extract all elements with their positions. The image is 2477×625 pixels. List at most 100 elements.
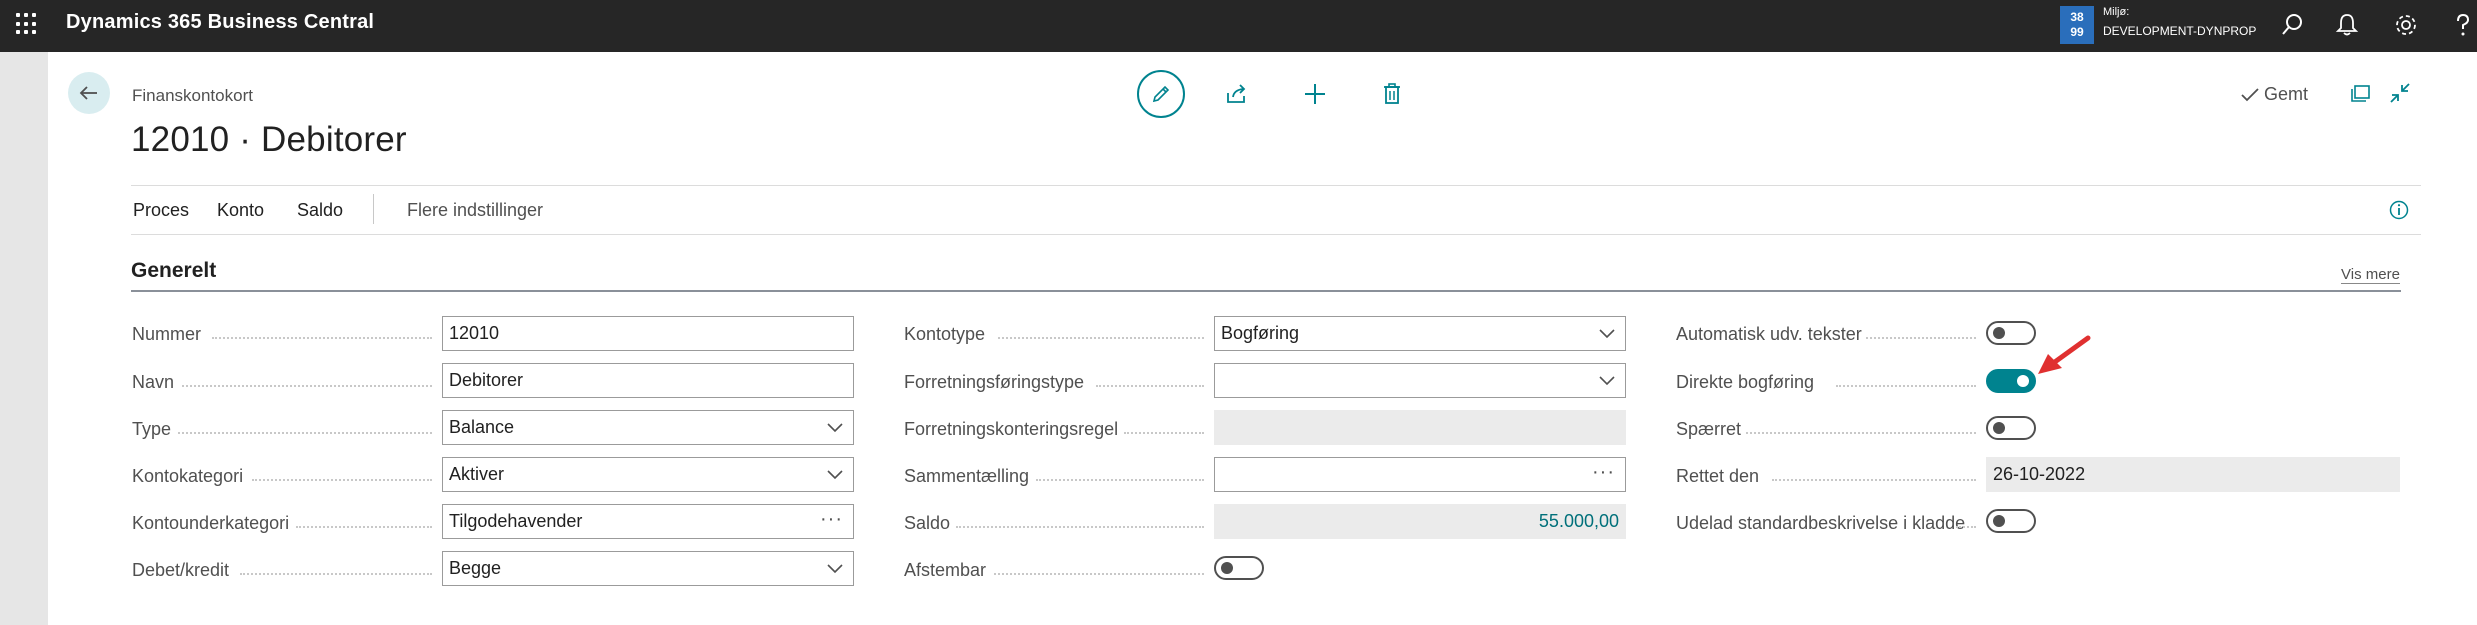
- leader-dots: [1866, 337, 1976, 339]
- field-label: Kontounderkategori: [132, 513, 290, 533]
- waffle-icon[interactable]: [16, 13, 38, 35]
- field-label: Spærret: [1676, 419, 1742, 439]
- toggle-knob: [1993, 422, 2005, 434]
- pop-out-icon[interactable]: [2348, 80, 2374, 106]
- lookup-ellipsis-icon[interactable]: ···: [820, 508, 843, 531]
- field-label: Udelad standardbeskrivelse i kladde: [1676, 513, 1966, 533]
- leader-dots: [998, 337, 1204, 339]
- environment-badge[interactable]: 38 99: [2060, 6, 2094, 44]
- saved-status: Gemt: [2264, 84, 2309, 104]
- edit-button[interactable]: [1137, 70, 1185, 118]
- lookup-ellipsis-icon[interactable]: ···: [1592, 461, 1615, 484]
- app-title[interactable]: Dynamics 365 Business Central: [66, 11, 374, 34]
- leader-dots: [1772, 479, 1976, 481]
- toggle-knob: [1993, 515, 2005, 527]
- sammentaelling-lookup[interactable]: ···: [1214, 457, 1626, 492]
- menu-saldo[interactable]: Saldo: [297, 200, 343, 221]
- field-label: Navn: [132, 372, 175, 392]
- field-label: Kontotype: [904, 324, 986, 344]
- back-button[interactable]: [68, 72, 110, 114]
- kontounderkategori-value: Tilgodehavender: [449, 511, 583, 531]
- leader-dots: [252, 479, 432, 481]
- trash-icon[interactable]: [1379, 81, 1405, 107]
- actionbar-bottom-divider: [131, 234, 2421, 235]
- leader-dots: [1746, 432, 1976, 434]
- leader-dots: [956, 526, 1204, 528]
- share-icon[interactable]: [1224, 81, 1250, 107]
- field-label: Kontokategori: [132, 466, 244, 486]
- field-label: Saldo: [904, 513, 951, 533]
- kontokategori-select[interactable]: Aktiver: [442, 457, 854, 492]
- actionbar-top-divider: [131, 185, 2421, 186]
- menu-separator: [373, 194, 374, 224]
- spaerret-toggle[interactable]: [1986, 416, 2036, 440]
- toggle-knob: [2017, 375, 2029, 387]
- chevron-down-icon: [827, 564, 843, 574]
- type-select-value: Balance: [449, 417, 515, 437]
- forretningskonteringsregel-field: [1214, 410, 1626, 445]
- menu-konto[interactable]: Konto: [217, 200, 264, 221]
- leader-dots: [240, 573, 432, 575]
- back-arrow-icon: [79, 86, 97, 100]
- pencil-icon: [1152, 85, 1170, 103]
- afstembar-toggle[interactable]: [1214, 556, 1264, 580]
- info-icon[interactable]: [2389, 200, 2409, 220]
- field-label: Nummer: [132, 324, 202, 344]
- chevron-down-icon: [827, 470, 843, 480]
- field-label: Afstembar: [904, 560, 987, 580]
- field-label: Debet/kredit: [132, 560, 230, 580]
- chevron-down-icon: [1599, 376, 1615, 386]
- page-title: 12010 · Debitorer: [131, 120, 407, 159]
- forretningsforingstype-select[interactable]: [1214, 363, 1626, 398]
- debet-kredit-value: Begge: [449, 558, 502, 578]
- gear-icon[interactable]: [2393, 12, 2419, 38]
- annotation-arrow-icon: [2038, 335, 2091, 374]
- chevron-down-icon: [1599, 329, 1615, 339]
- show-more-link[interactable]: Vis mere: [2341, 266, 2400, 284]
- type-select[interactable]: Balance: [442, 410, 854, 445]
- saldo-field[interactable]: 55.000,00: [1214, 504, 1626, 539]
- menu-more-options[interactable]: Flere indstillinger: [407, 200, 543, 221]
- kontotype-value: Bogføring: [1221, 323, 1300, 343]
- toggle-knob: [1221, 562, 1233, 574]
- check-icon: [2241, 88, 2259, 102]
- section-title[interactable]: Generelt: [131, 259, 216, 283]
- direkte-bogforing-toggle[interactable]: [1986, 369, 2036, 393]
- leader-dots: [1956, 526, 1976, 528]
- environment-badge-line2: 99: [2070, 25, 2084, 39]
- nummer-input[interactable]: 12010: [442, 316, 854, 351]
- leader-dots: [296, 526, 432, 528]
- field-label: Sammentælling: [904, 466, 1030, 486]
- leader-dots: [178, 432, 432, 434]
- leader-dots: [1096, 385, 1204, 387]
- kontotype-select[interactable]: Bogføring: [1214, 316, 1626, 351]
- field-label: Forretningsføringstype: [904, 372, 1085, 392]
- field-label: Rettet den: [1676, 466, 1760, 486]
- top-bar: Dynamics 365 Business Central 38 99 Milj…: [0, 0, 2477, 52]
- collapse-icon[interactable]: [2387, 80, 2413, 106]
- menu-proces[interactable]: Proces: [133, 200, 189, 221]
- section-divider: [131, 290, 2401, 292]
- debet-kredit-select[interactable]: Begge: [442, 551, 854, 586]
- automatisk-udv-tekster-toggle[interactable]: [1986, 321, 2036, 345]
- kontokategori-select-value: Aktiver: [449, 464, 505, 484]
- toggle-knob: [1993, 327, 2005, 339]
- navn-input[interactable]: Debitorer: [442, 363, 854, 398]
- saldo-value[interactable]: 55.000,00: [1539, 511, 1619, 532]
- kontounderkategori-lookup[interactable]: Tilgodehavender ···: [442, 504, 854, 539]
- field-label: Forretningskonteringsregel: [904, 419, 1119, 439]
- leader-dots: [1124, 432, 1204, 434]
- udelad-standardbeskrivelse-toggle[interactable]: [1986, 509, 2036, 533]
- leader-dots: [212, 337, 432, 339]
- rettet-den-field: 26-10-2022: [1986, 457, 2400, 492]
- search-icon[interactable]: [2280, 12, 2306, 38]
- field-label: Type: [132, 419, 172, 439]
- bell-icon[interactable]: [2334, 12, 2360, 38]
- left-rail: [0, 52, 48, 625]
- field-label: Direkte bogføring: [1676, 372, 1815, 392]
- chevron-down-icon: [827, 423, 843, 433]
- leader-dots: [182, 385, 432, 387]
- plus-icon[interactable]: [1302, 81, 1328, 107]
- help-icon[interactable]: [2450, 12, 2476, 38]
- environment-badge-line1: 38: [2070, 10, 2084, 24]
